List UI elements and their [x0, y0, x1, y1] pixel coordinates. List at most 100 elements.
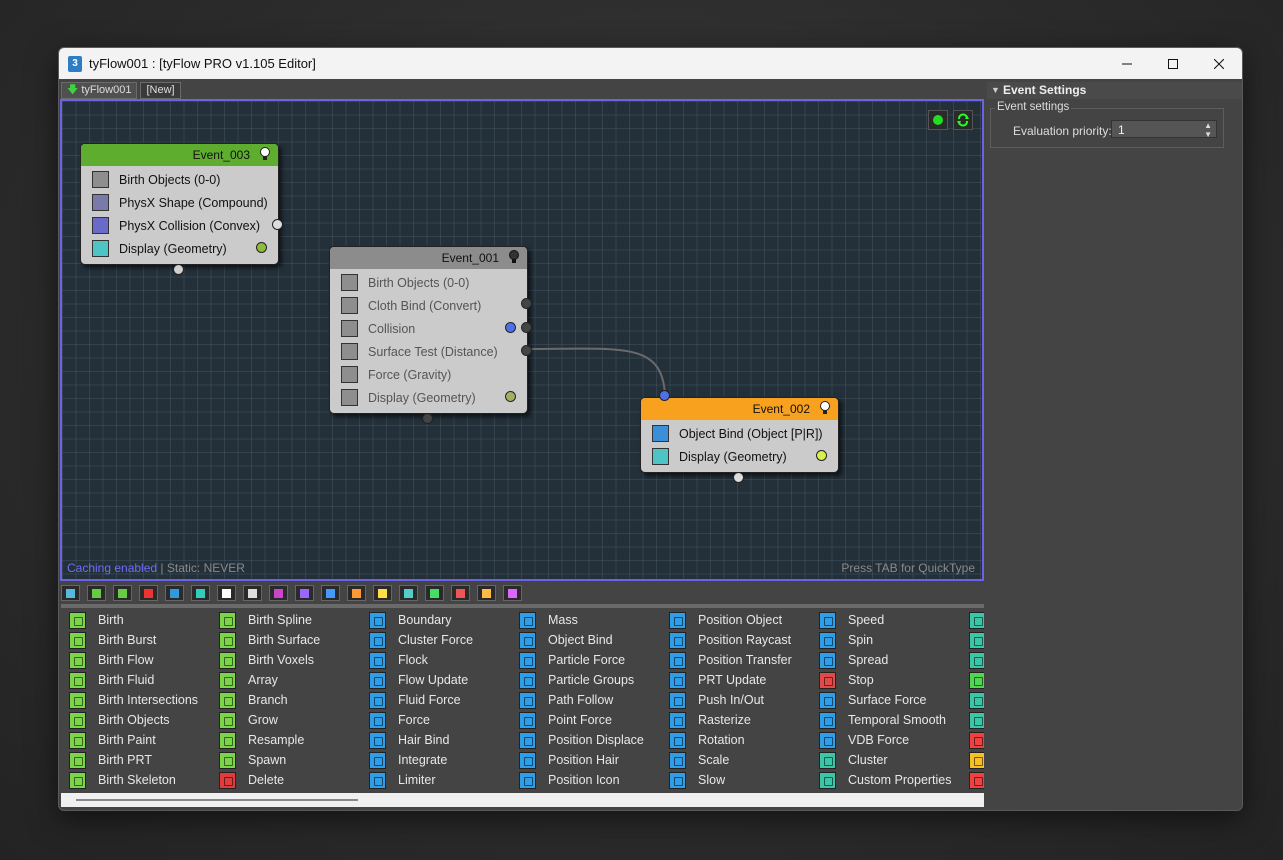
operator-item[interactable]: Birth Intersections [69, 690, 198, 710]
close-button[interactable] [1196, 48, 1242, 79]
category-script-button[interactable] [373, 585, 392, 601]
category-mesh-button[interactable] [477, 585, 496, 601]
category-delete-button[interactable] [139, 585, 158, 601]
operator-item[interactable]: Flock [369, 650, 473, 670]
input-port[interactable] [659, 390, 670, 401]
operator-icon[interactable] [969, 691, 984, 709]
operator-item[interactable]: Position Icon [519, 770, 644, 790]
event-header[interactable]: Event_003 [81, 144, 278, 166]
caching-status[interactable]: Caching enabled [67, 561, 157, 575]
operator-item[interactable]: Path Follow [519, 690, 644, 710]
operator-item[interactable]: Flow Update [369, 670, 473, 690]
operator-item[interactable]: Birth Flow [69, 650, 198, 670]
operator-item[interactable]: Position Displace [519, 730, 644, 750]
operator-item[interactable]: Fluid Force [369, 690, 473, 710]
lightbulb-icon[interactable] [508, 250, 520, 265]
category-tests-button[interactable] [191, 585, 210, 601]
operator-row[interactable]: Birth Objects (0-0) [81, 168, 278, 191]
event-header[interactable]: Event_002 [641, 398, 838, 420]
operator-item[interactable]: PRT Update [669, 670, 792, 690]
operator-item[interactable]: Array [219, 670, 320, 690]
category-camera-button[interactable] [399, 585, 418, 601]
operator-row[interactable]: Cloth Bind (Convert) [330, 294, 527, 317]
input-port[interactable] [422, 413, 433, 424]
category-forces-button[interactable] [165, 585, 184, 601]
operator-item[interactable]: Slow [669, 770, 792, 790]
operator-item[interactable]: Birth [69, 610, 198, 630]
scrollbar-thumb[interactable] [76, 799, 358, 801]
display-color-port[interactable] [816, 450, 827, 461]
tab-new[interactable]: [New] [140, 82, 181, 99]
operator-item[interactable]: Birth Paint [69, 730, 198, 750]
operator-item[interactable]: Particle Force [519, 650, 644, 670]
operator-row[interactable]: Surface Test (Distance) [330, 340, 527, 363]
operator-item[interactable]: Force [369, 710, 473, 730]
operator-item[interactable]: Cluster Force [369, 630, 473, 650]
category-misc-button[interactable] [243, 585, 262, 601]
operator-item[interactable]: Object Bind [519, 630, 644, 650]
display-color-port[interactable] [256, 242, 267, 253]
operator-item[interactable]: Point Force [519, 710, 644, 730]
operator-item[interactable]: Position Hair [519, 750, 644, 770]
category-birth-alt-button[interactable] [113, 585, 132, 601]
category-custom-button[interactable] [503, 585, 522, 601]
lightbulb-icon[interactable] [259, 147, 271, 162]
collision-color-port[interactable] [505, 322, 516, 333]
operator-item[interactable]: Scale [669, 750, 792, 770]
operator-item[interactable]: Integrate [369, 750, 473, 770]
output-port[interactable] [272, 219, 283, 230]
category-physx-button[interactable] [321, 585, 340, 601]
event-001-node[interactable]: Event_001 Birth Objects (0-0) Cloth Bind… [329, 246, 532, 424]
event-003-node[interactable]: Event_003 Birth Objects (0-0) PhysX Shap… [80, 143, 283, 275]
operator-item[interactable]: Temporal Smooth [819, 710, 952, 730]
maximize-button[interactable] [1150, 48, 1196, 79]
operator-item[interactable]: Boundary [369, 610, 473, 630]
horizontal-scrollbar[interactable] [61, 793, 984, 807]
category-shape-button[interactable] [269, 585, 288, 601]
operator-item[interactable]: VDB Force [819, 730, 952, 750]
operator-row[interactable]: Birth Objects (0-0) [330, 271, 527, 294]
category-cache-button[interactable] [347, 585, 366, 601]
operator-row[interactable]: Collision [330, 317, 527, 340]
output-port[interactable] [521, 345, 532, 356]
operator-item[interactable]: Mass [519, 610, 644, 630]
operator-item[interactable]: Grow [219, 710, 320, 730]
lightbulb-icon[interactable] [819, 401, 831, 416]
input-port[interactable] [173, 264, 184, 275]
operator-item[interactable]: Rotation [669, 730, 792, 750]
tab-tyflow001[interactable]: 🡇 tyFlow001 [61, 82, 138, 99]
category-display-button[interactable] [217, 585, 236, 601]
priority-spinner[interactable]: 1 ▲ ▼ [1111, 120, 1217, 139]
operator-item[interactable]: Limiter [369, 770, 473, 790]
operator-item[interactable]: Push In/Out [669, 690, 792, 710]
operator-item[interactable]: Birth Surface [219, 630, 320, 650]
operator-item[interactable]: Birth Objects [69, 710, 198, 730]
operator-row[interactable]: Object Bind (Object [P|R]) [641, 422, 838, 445]
operator-item[interactable]: Delete [219, 770, 320, 790]
operator-row[interactable]: PhysX Collision (Convex) [81, 214, 278, 237]
operator-icon[interactable] [969, 771, 984, 789]
operator-item[interactable]: Hair Bind [369, 730, 473, 750]
flow-canvas[interactable]: Event_003 Birth Objects (0-0) PhysX Shap… [60, 99, 984, 581]
operator-row[interactable]: Display (Geometry) [641, 445, 838, 468]
operator-item[interactable]: Position Raycast [669, 630, 792, 650]
operator-icon[interactable] [969, 711, 984, 729]
operator-item[interactable]: Particle Groups [519, 670, 644, 690]
category-material-button[interactable] [295, 585, 314, 601]
operator-item[interactable]: Resample [219, 730, 320, 750]
output-port[interactable] [521, 298, 532, 309]
operator-item[interactable]: Surface Force [819, 690, 952, 710]
operator-row[interactable]: PhysX Shape (Compound) [81, 191, 278, 214]
operator-item[interactable]: Custom Properties [819, 770, 952, 790]
operator-row[interactable]: Display (Geometry) [81, 237, 278, 260]
operator-row[interactable]: Display (Geometry) [330, 386, 527, 409]
operator-item[interactable]: Birth Fluid [69, 670, 198, 690]
operator-item[interactable]: Rasterize [669, 710, 792, 730]
spinner-arrows-icon[interactable]: ▲ ▼ [1204, 121, 1212, 139]
operator-item[interactable]: Birth PRT [69, 750, 198, 770]
output-port[interactable] [521, 322, 532, 333]
rollout-header[interactable]: ▼ Event Settings [987, 82, 1242, 99]
operator-item[interactable]: Branch [219, 690, 320, 710]
operator-item[interactable]: Spawn [219, 750, 320, 770]
operator-icon[interactable] [969, 671, 984, 689]
